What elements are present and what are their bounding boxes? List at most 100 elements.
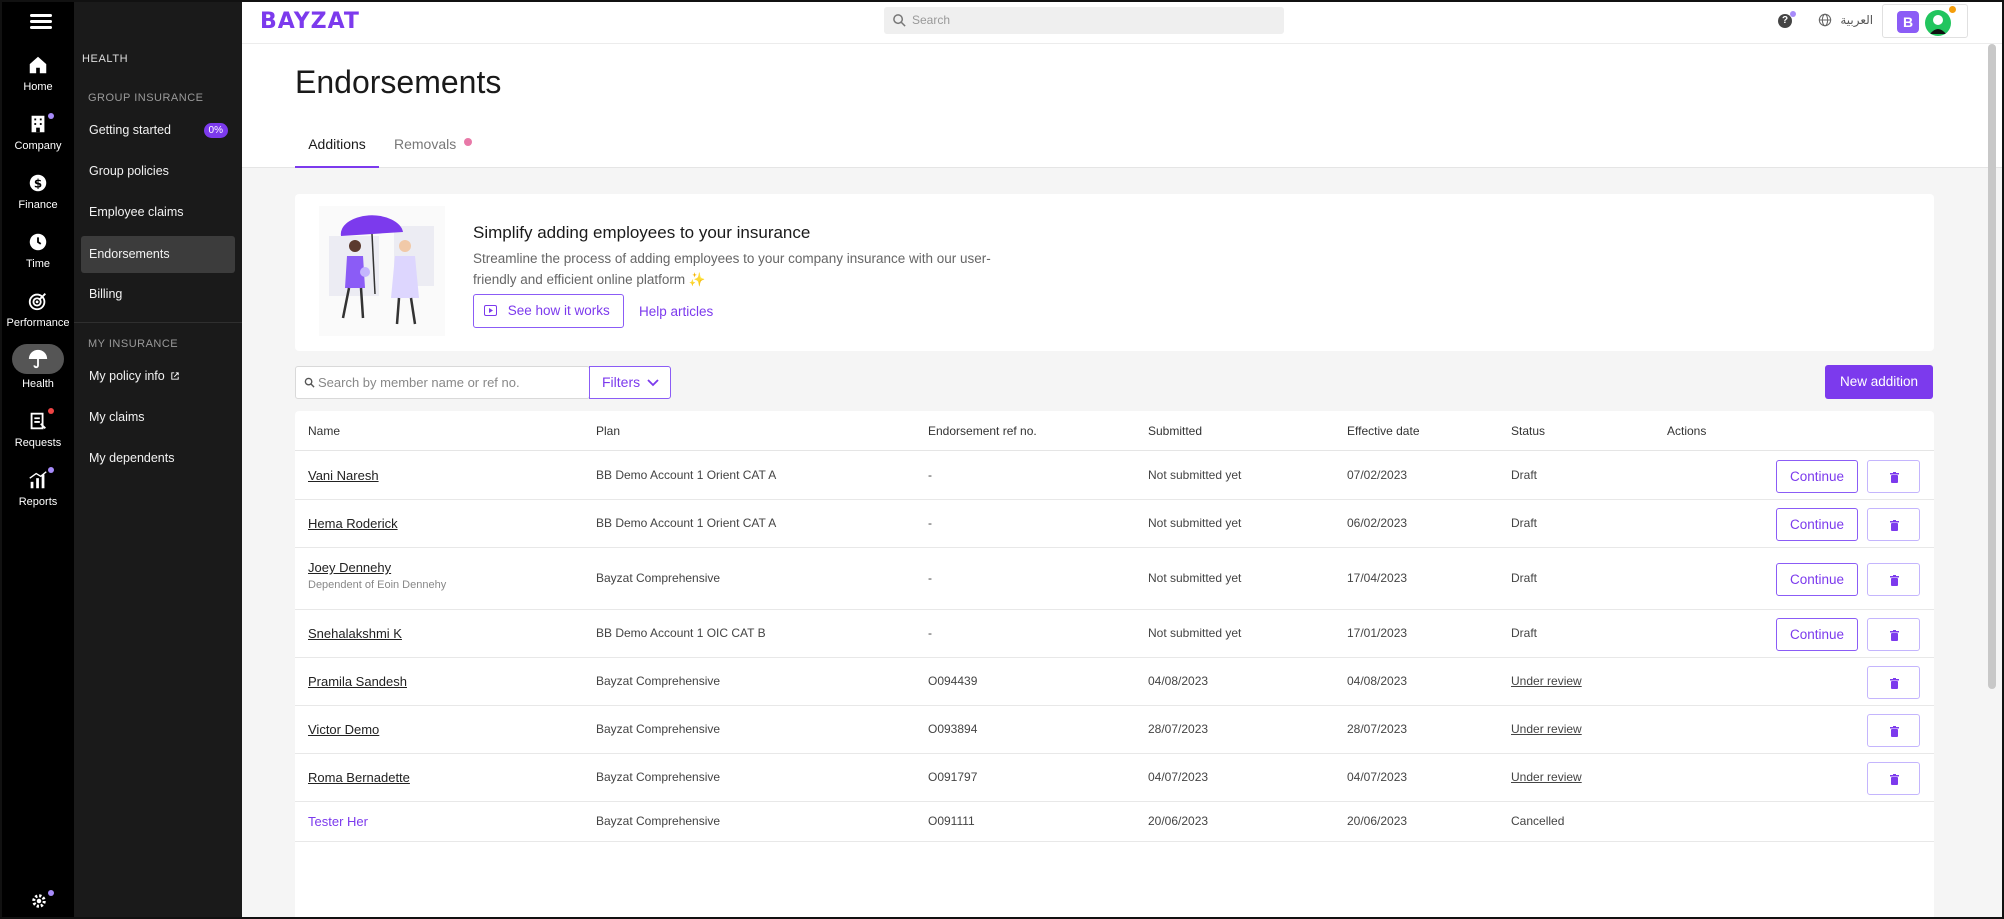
sidebar-item-getting-started[interactable]: Getting started 0%: [81, 112, 235, 149]
sidebar-item-endorsements[interactable]: Endorsements: [81, 236, 235, 273]
continue-button[interactable]: Continue: [1776, 459, 1858, 493]
plan-cell: Bayzat Comprehensive: [596, 722, 721, 736]
home-icon: [29, 56, 47, 74]
member-name-link[interactable]: Pramila Sandesh: [308, 674, 407, 689]
dollar-icon: $: [29, 174, 47, 192]
filters-button[interactable]: Filters: [589, 366, 671, 399]
rail-label: Reports: [18, 496, 58, 508]
trash-icon: [1890, 725, 1899, 737]
continue-button[interactable]: Continue: [1776, 562, 1858, 596]
play-video-icon: [484, 305, 497, 316]
sidebar-item-my-policy-info[interactable]: My policy info: [81, 358, 235, 395]
submitted-cell: 20/06/2023: [1148, 814, 1209, 828]
rail-item-reports[interactable]: Reports: [2, 467, 74, 508]
column-header-ref: Endorsement ref no.: [928, 424, 1037, 438]
rail-item-requests[interactable]: Requests: [2, 408, 74, 449]
delete-button[interactable]: [1867, 617, 1920, 651]
name-cell: Roma Bernadette: [308, 770, 410, 785]
user-avatar-icon: [1930, 15, 1946, 34]
status-badge[interactable]: Under review: [1511, 674, 1582, 688]
status-badge: Draft: [1511, 626, 1538, 640]
status-badge: Draft: [1511, 571, 1538, 585]
effective-date-cell: 17/04/2023: [1347, 571, 1408, 585]
submitted-cell: Not submitted yet: [1148, 468, 1242, 482]
sidebar-item-my-dependents[interactable]: My dependents: [81, 440, 235, 477]
rail-label: Time: [25, 258, 51, 270]
see-how-it-works-button[interactable]: See how it works: [473, 294, 624, 328]
member-name-link[interactable]: Victor Demo: [308, 722, 379, 737]
table-row: Roma Bernadette Bayzat Comprehensive O09…: [295, 754, 1934, 802]
name-cell: Snehalakshmi K: [308, 626, 402, 641]
button-label: Filters: [602, 374, 641, 390]
rail-item-home[interactable]: Home: [2, 54, 74, 93]
delete-button[interactable]: [1867, 665, 1920, 699]
sidebar-item-employee-claims[interactable]: Employee claims: [81, 194, 235, 231]
submitted-cell: 28/07/2023: [1148, 722, 1209, 736]
language-label: العربية: [1840, 13, 1874, 27]
search-icon: [893, 14, 906, 27]
account-switcher[interactable]: B: [1882, 4, 1968, 38]
promo-description: Streamline the process of adding employe…: [473, 251, 991, 287]
sidebar-item-group-policies[interactable]: Group policies: [81, 153, 235, 190]
status-badge[interactable]: Under review: [1511, 770, 1582, 784]
progress-badge: 0%: [203, 123, 228, 138]
continue-button[interactable]: Continue: [1776, 617, 1858, 651]
delete-button[interactable]: [1867, 507, 1920, 541]
language-switcher[interactable]: العربية: [1818, 13, 1873, 27]
clock-icon: [29, 233, 47, 251]
member-name-link[interactable]: Tester Her: [308, 814, 368, 829]
continue-button[interactable]: Continue: [1776, 507, 1858, 541]
global-search-input[interactable]: Search: [884, 7, 1284, 34]
brand-logo[interactable]: BAYZAT: [260, 9, 360, 34]
ref-cell: -: [928, 516, 932, 530]
rail-item-finance[interactable]: $ Finance: [2, 172, 74, 211]
status-badge: Cancelled: [1511, 814, 1565, 828]
notification-dot: [48, 408, 54, 414]
rail-item-time[interactable]: Time: [2, 231, 74, 270]
vertical-scrollbar[interactable]: [1988, 44, 1996, 689]
member-name-link[interactable]: Snehalakshmi K: [308, 626, 402, 641]
search-placeholder: Search: [912, 13, 951, 27]
tab-additions[interactable]: Additions: [295, 136, 379, 168]
sidebar-item-label: Billing: [89, 287, 123, 301]
sidebar-item-label: Employee claims: [89, 205, 184, 219]
promo-title: Simplify adding employees to your insura…: [473, 223, 811, 242]
topbar: BAYZAT Search ? العربية B: [242, 2, 2002, 44]
plan-cell: Bayzat Comprehensive: [596, 814, 721, 828]
tab-label: Removals: [394, 136, 457, 152]
tab-removals[interactable]: Removals: [394, 136, 473, 168]
sidebar-item-billing[interactable]: Billing: [81, 276, 235, 313]
member-name-link[interactable]: Joey Dennehy: [308, 560, 391, 575]
sidebar-item-my-claims[interactable]: My claims: [81, 399, 235, 436]
plan-cell: BB Demo Account 1 Orient CAT A: [596, 468, 777, 482]
notification-dot: [48, 890, 54, 896]
search-icon: [304, 377, 315, 388]
help-articles-link[interactable]: Help articles: [639, 304, 713, 319]
settings-gear-icon[interactable]: [30, 892, 48, 910]
status-badge[interactable]: Under review: [1511, 722, 1582, 736]
ref-cell: O091111: [928, 814, 975, 828]
rail-item-performance[interactable]: Performance: [2, 290, 74, 329]
rail-item-health[interactable]: Health: [2, 344, 74, 390]
member-search-input[interactable]: Search by member name or ref no.: [295, 366, 590, 399]
member-name-link[interactable]: Roma Bernadette: [308, 770, 410, 785]
member-name-link[interactable]: Vani Naresh: [308, 468, 379, 483]
member-name-link[interactable]: Hema Roderick: [308, 516, 398, 531]
delete-button[interactable]: [1867, 713, 1920, 747]
delete-button[interactable]: [1867, 562, 1920, 596]
delete-button[interactable]: [1867, 459, 1920, 493]
effective-date-cell: 06/02/2023: [1347, 516, 1408, 530]
submitted-cell: 04/07/2023: [1148, 770, 1209, 784]
menu-icon[interactable]: [30, 14, 52, 30]
globe-icon: [1818, 13, 1832, 27]
sidebar-heading: HEALTH: [82, 53, 129, 65]
table-row: Tester Her Bayzat Comprehensive O091111 …: [295, 802, 1934, 842]
rail-label: Health: [22, 378, 54, 390]
delete-button[interactable]: [1867, 761, 1920, 795]
trash-icon: [1890, 677, 1899, 689]
target-icon: [28, 293, 46, 311]
plan-cell: BB Demo Account 1 Orient CAT A: [596, 516, 777, 530]
rail-item-company[interactable]: Company: [2, 113, 74, 152]
new-addition-button[interactable]: New addition: [1825, 365, 1933, 399]
page-header: Endorsements Additions Removals: [242, 44, 2002, 168]
